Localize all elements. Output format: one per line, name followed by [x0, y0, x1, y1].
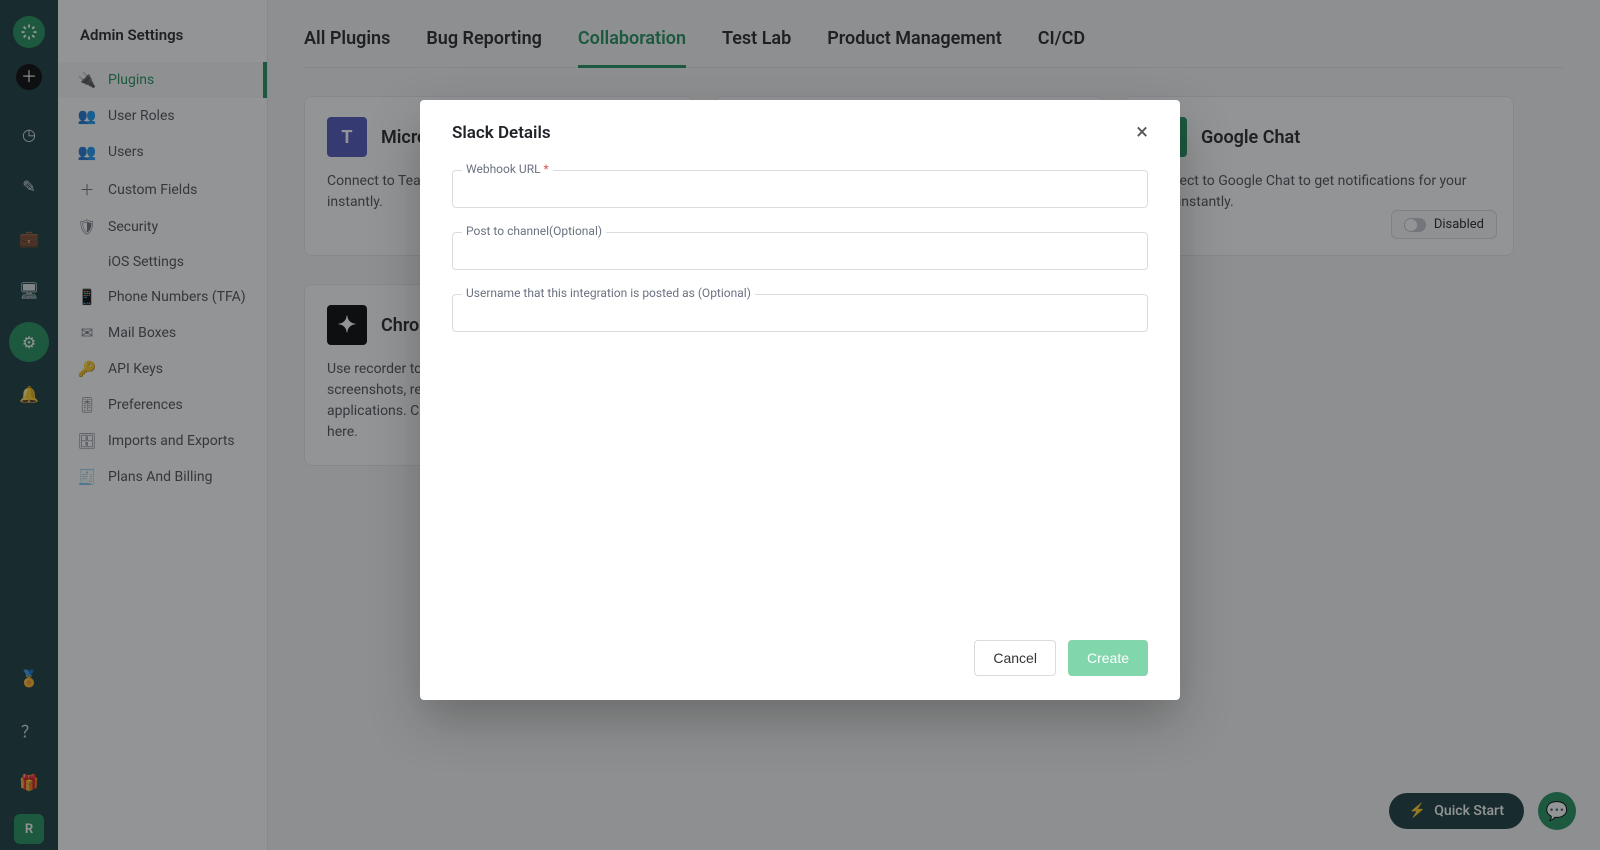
webhook-url-input[interactable]	[452, 170, 1148, 208]
modal-title: Slack Details	[452, 123, 551, 143]
slack-details-modal: Slack Details × Webhook URL * Post to ch…	[420, 100, 1180, 700]
field-webhook-url: Webhook URL *	[452, 170, 1148, 208]
field-label: Username that this integration is posted…	[462, 286, 755, 300]
create-button[interactable]: Create	[1068, 640, 1148, 676]
cancel-button[interactable]: Cancel	[974, 640, 1056, 676]
field-label: Post to channel(Optional)	[462, 224, 606, 238]
modal-close-button[interactable]: ×	[1132, 118, 1152, 148]
field-label: Webhook URL *	[462, 162, 553, 176]
field-username: Username that this integration is posted…	[452, 294, 1148, 332]
close-icon: ×	[1136, 120, 1148, 145]
field-post-to-channel: Post to channel(Optional)	[452, 232, 1148, 270]
modal-overlay[interactable]: Slack Details × Webhook URL * Post to ch…	[0, 0, 1600, 850]
